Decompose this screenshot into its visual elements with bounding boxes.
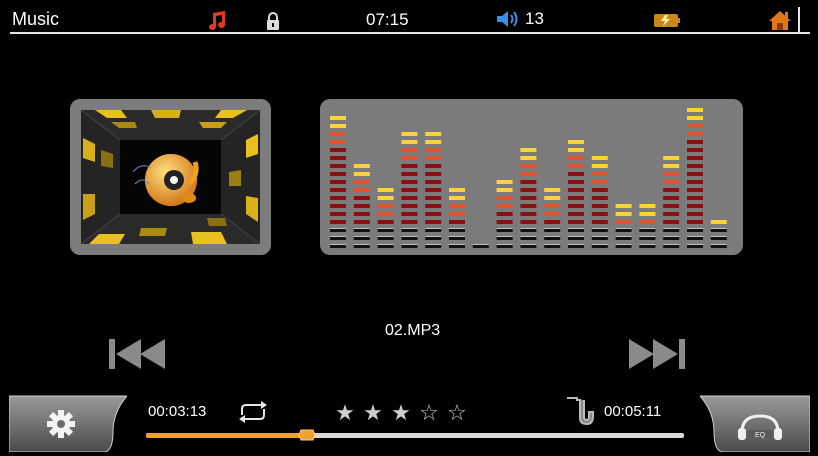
star-empty-icon[interactable]: ☆ [446,401,468,426]
equalizer-bar [710,220,727,248]
album-art [81,110,260,244]
star-filled-icon[interactable]: ★ [390,401,412,426]
equalizer-bar [425,132,442,248]
total-time: 00:05:11 [604,403,662,420]
app-title: Music [12,9,60,29]
equalizer-bar [520,148,537,248]
equalizer-display [330,108,727,248]
equalizer-bar [568,140,584,248]
music-note-icon [209,11,225,30]
clock: 07:15 [366,10,409,29]
star-filled-icon[interactable]: ★ [362,401,384,426]
equalizer-bar [353,164,370,248]
volume-value: 13 [525,9,544,28]
audio-output-button[interactable]: EQ [700,392,810,452]
album-art-panel [70,99,271,255]
equalizer-bar [687,108,703,248]
equalizer-bar [544,188,561,248]
status-bar: Music 07:15 13 [10,7,810,34]
equalizer-panel [320,99,743,255]
next-track-button[interactable] [627,337,687,371]
saxophone-icon [567,397,594,426]
home-icon[interactable] [768,9,792,31]
equalizer-bar [639,204,656,248]
equalizer-bar [496,180,513,248]
progress-fill [146,433,308,438]
progress-bar[interactable] [146,429,684,441]
lock-icon [267,12,279,30]
star-empty-icon[interactable]: ☆ [418,401,440,426]
svg-text:EQ: EQ [755,432,766,439]
equalizer-bar [330,116,346,248]
volume-indicator[interactable]: 13 [495,9,544,29]
equalizer-bar [615,204,632,248]
equalizer-bar [401,132,418,248]
rating-stars[interactable]: ★ ★ ★ ☆ ☆ [334,401,468,426]
equalizer-bar [449,188,465,248]
track-title: 02.MP3 [385,322,441,339]
progress-thumb[interactable] [298,426,316,444]
equalizer-bar [591,156,608,248]
battery-icon [654,14,680,27]
previous-track-button[interactable] [107,337,167,371]
elapsed-time: 00:03:13 [148,403,207,420]
gear-icon [47,410,75,438]
star-filled-icon[interactable]: ★ [334,401,356,426]
speaker-icon [497,11,518,27]
equalizer-bar [377,188,394,248]
equalizer-bar [472,244,489,248]
repeat-icon[interactable] [236,401,270,423]
settings-button[interactable] [9,392,127,452]
status-divider [798,7,800,32]
equalizer-bar [663,156,680,248]
